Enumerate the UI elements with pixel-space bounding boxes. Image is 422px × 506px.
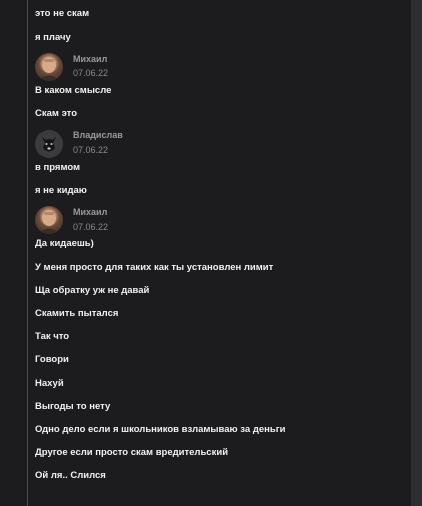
message-text: Так что: [35, 331, 70, 342]
message-text: Другое если просто скам вредительский: [35, 447, 229, 458]
user-avatar[interactable]: [35, 53, 63, 81]
message-author[interactable]: Михаил: [73, 207, 107, 218]
message-text: Скамить пытался: [35, 308, 119, 319]
chat-history: это не скам я плачу Михаил 07.06.22 В ка…: [0, 0, 411, 506]
message-text: Ща обратку уж не давай: [35, 285, 150, 296]
user-avatar[interactable]: [35, 206, 63, 234]
message-text: Да кидаешь): [35, 238, 94, 249]
message-text: Одно дело если я школьников взламываю за…: [35, 424, 286, 435]
message-text: я не кидаю: [35, 185, 87, 196]
message-text: В каком смысле: [35, 85, 112, 96]
message-text: Ой ля.. Слился: [35, 470, 106, 481]
message-timestamp: 07.06.22: [73, 68, 109, 78]
dog-avatar-icon: [42, 137, 56, 152]
message-author[interactable]: Владислав: [73, 130, 123, 141]
user-avatar-photo: [38, 57, 60, 81]
message-timestamp: 07.06.22: [73, 222, 109, 232]
message-text: Скам это: [35, 108, 78, 119]
message-timestamp: 07.06.22: [73, 145, 109, 155]
message-text: я плачу: [35, 32, 71, 43]
message-text: Нахуй: [35, 378, 64, 389]
message-text: это не скам: [35, 8, 90, 19]
message-text: Выгоды то нету: [35, 401, 111, 412]
message-text: Говори: [35, 354, 69, 365]
message-text: в прямом: [35, 162, 81, 173]
user-avatar[interactable]: [35, 130, 63, 158]
scrollbar-track[interactable]: [411, 0, 422, 506]
message-text: У меня просто для таких как ты установле…: [35, 262, 274, 273]
user-avatar-photo: [38, 210, 60, 234]
message-author[interactable]: Михаил: [73, 54, 107, 65]
